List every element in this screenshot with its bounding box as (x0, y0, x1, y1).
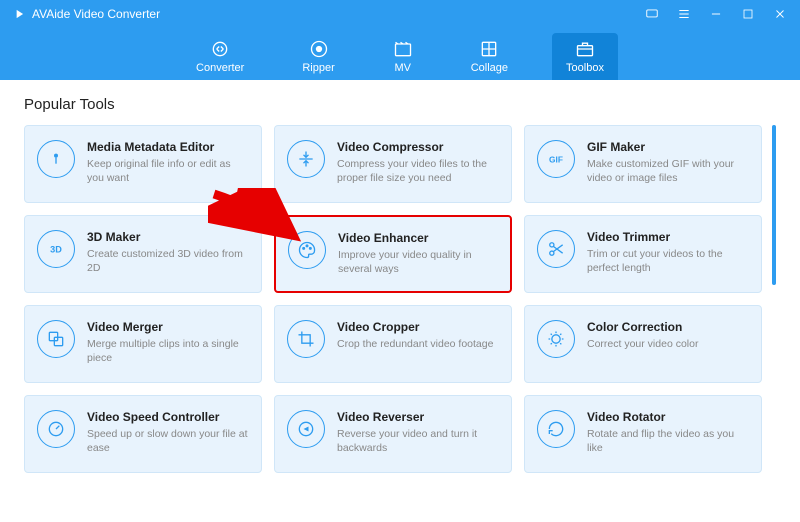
mv-icon (393, 39, 413, 59)
card-title: Color Correction (587, 320, 698, 334)
nav-label: MV (394, 62, 411, 74)
card-text: Video Enhancer Improve your video quality… (338, 231, 498, 276)
card-text: Video Rotator Rotate and flip the video a… (587, 410, 749, 455)
app-title-text: AVAide Video Converter (32, 7, 160, 21)
card-title: Media Metadata Editor (87, 140, 249, 154)
speed-icon (37, 410, 75, 448)
menu-icon[interactable] (676, 6, 692, 22)
card-desc: Compress your video files to the proper … (337, 157, 499, 185)
card-title: Video Enhancer (338, 231, 498, 245)
card-text: Video Compressor Compress your video file… (337, 140, 499, 185)
color-icon (537, 320, 575, 358)
card-text: GIF Maker Make customized GIF with your v… (587, 140, 749, 185)
gif-icon: GIF (537, 140, 575, 178)
card-text: Video Merger Merge multiple clips into a … (87, 320, 249, 365)
merge-icon (37, 320, 75, 358)
card-desc: Trim or cut your videos to the perfect l… (587, 247, 749, 275)
nav-label: Ripper (302, 62, 334, 74)
card-title: Video Compressor (337, 140, 499, 154)
card-desc: Rotate and flip the video as you like (587, 427, 749, 455)
card-text: Video Trimmer Trim or cut your videos to … (587, 230, 749, 275)
svg-text:3D: 3D (50, 244, 62, 254)
app-title: AVAide Video Converter (12, 7, 160, 21)
card-desc: Improve your video quality in several wa… (338, 248, 498, 276)
card-desc: Create customized 3D video from 2D (87, 247, 249, 275)
card-desc: Crop the redundant video footage (337, 337, 493, 351)
card-desc: Reverse your video and turn it backwards (337, 427, 499, 455)
close-icon[interactable] (772, 6, 788, 22)
titlebar: AVAide Video Converter (0, 0, 800, 28)
nav-label: Toolbox (566, 62, 604, 74)
card-desc: Keep original file info or edit as you w… (87, 157, 249, 185)
card-title: Video Trimmer (587, 230, 749, 244)
card-desc: Speed up or slow down your file at ease (87, 427, 249, 455)
card-title: Video Merger (87, 320, 249, 334)
card-title: Video Reverser (337, 410, 499, 424)
card-text: Color Correction Correct your video color (587, 320, 698, 351)
card-desc: Merge multiple clips into a single piece (87, 337, 249, 365)
card-title: GIF Maker (587, 140, 749, 154)
grid-wrap: Media Metadata Editor Keep original file … (24, 125, 776, 473)
card-desc: Correct your video color (587, 337, 698, 351)
app-logo-icon (12, 7, 26, 21)
crop-icon (287, 320, 325, 358)
highlight-arrow-icon (208, 188, 308, 248)
main-nav: Converter Ripper MV Collage Toolbox (0, 28, 800, 80)
tool-card[interactable]: Video Compressor Compress your video file… (274, 125, 512, 203)
toolbox-icon (575, 39, 595, 59)
nav-tab-toolbox[interactable]: Toolbox (552, 33, 618, 80)
card-title: Video Rotator (587, 410, 749, 424)
tools-grid: Media Metadata Editor Keep original file … (24, 125, 762, 473)
svg-text:GIF: GIF (549, 154, 563, 164)
compress-icon (287, 140, 325, 178)
ripper-icon (309, 39, 329, 59)
converter-icon (210, 39, 230, 59)
3d-icon: 3D (37, 230, 75, 268)
tool-card[interactable]: GIF GIF Maker Make customized GIF with you… (524, 125, 762, 203)
tool-card[interactable]: Color Correction Correct your video color (524, 305, 762, 383)
card-title: Video Cropper (337, 320, 493, 334)
nav-tab-converter[interactable]: Converter (182, 33, 258, 80)
card-desc: Make customized GIF with your video or i… (587, 157, 749, 185)
collage-icon (479, 39, 499, 59)
card-text: Media Metadata Editor Keep original file … (87, 140, 249, 185)
header: AVAide Video Converter Converter Ripper … (0, 0, 800, 80)
tool-card[interactable]: Video Speed Controller Speed up or slow d… (24, 395, 262, 473)
tool-card[interactable]: Video Trimmer Trim or cut your videos to … (524, 215, 762, 293)
nav-tab-collage[interactable]: Collage (457, 33, 522, 80)
feedback-icon[interactable] (644, 6, 660, 22)
card-title: Video Speed Controller (87, 410, 249, 424)
tool-card[interactable]: Video Merger Merge multiple clips into a … (24, 305, 262, 383)
section-title: Popular Tools (24, 96, 776, 113)
scroll-thumb[interactable] (772, 125, 776, 285)
scissors-icon (537, 230, 575, 268)
window-controls (644, 6, 788, 22)
content: Popular Tools Media Metadata Editor Keep … (0, 80, 800, 473)
card-text: Video Speed Controller Speed up or slow d… (87, 410, 249, 455)
scrollbar[interactable] (772, 125, 776, 473)
info-icon (37, 140, 75, 178)
tool-card[interactable]: Video Rotator Rotate and flip the video a… (524, 395, 762, 473)
nav-tab-ripper[interactable]: Ripper (288, 33, 348, 80)
nav-label: Converter (196, 62, 244, 74)
minimize-icon[interactable] (708, 6, 724, 22)
nav-label: Collage (471, 62, 508, 74)
card-text: Video Cropper Crop the redundant video fo… (337, 320, 493, 351)
tool-card[interactable]: Video Enhancer Improve your video quality… (274, 215, 512, 293)
rotate-icon (537, 410, 575, 448)
nav-tab-mv[interactable]: MV (379, 33, 427, 80)
maximize-icon[interactable] (740, 6, 756, 22)
tool-card[interactable]: Video Cropper Crop the redundant video fo… (274, 305, 512, 383)
reverse-icon (287, 410, 325, 448)
tool-card[interactable]: Video Reverser Reverse your video and tur… (274, 395, 512, 473)
card-text: Video Reverser Reverse your video and tur… (337, 410, 499, 455)
